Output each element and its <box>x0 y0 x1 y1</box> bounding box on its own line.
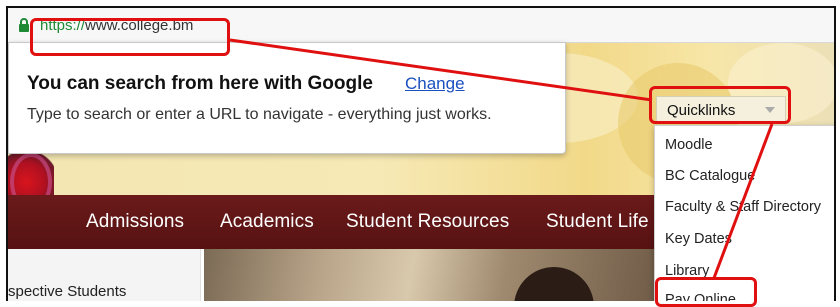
arrow-quicklinks-to-pay-online <box>712 123 774 279</box>
annotation-arrows <box>229 38 774 279</box>
arrow-url-to-quicklinks <box>229 38 653 102</box>
